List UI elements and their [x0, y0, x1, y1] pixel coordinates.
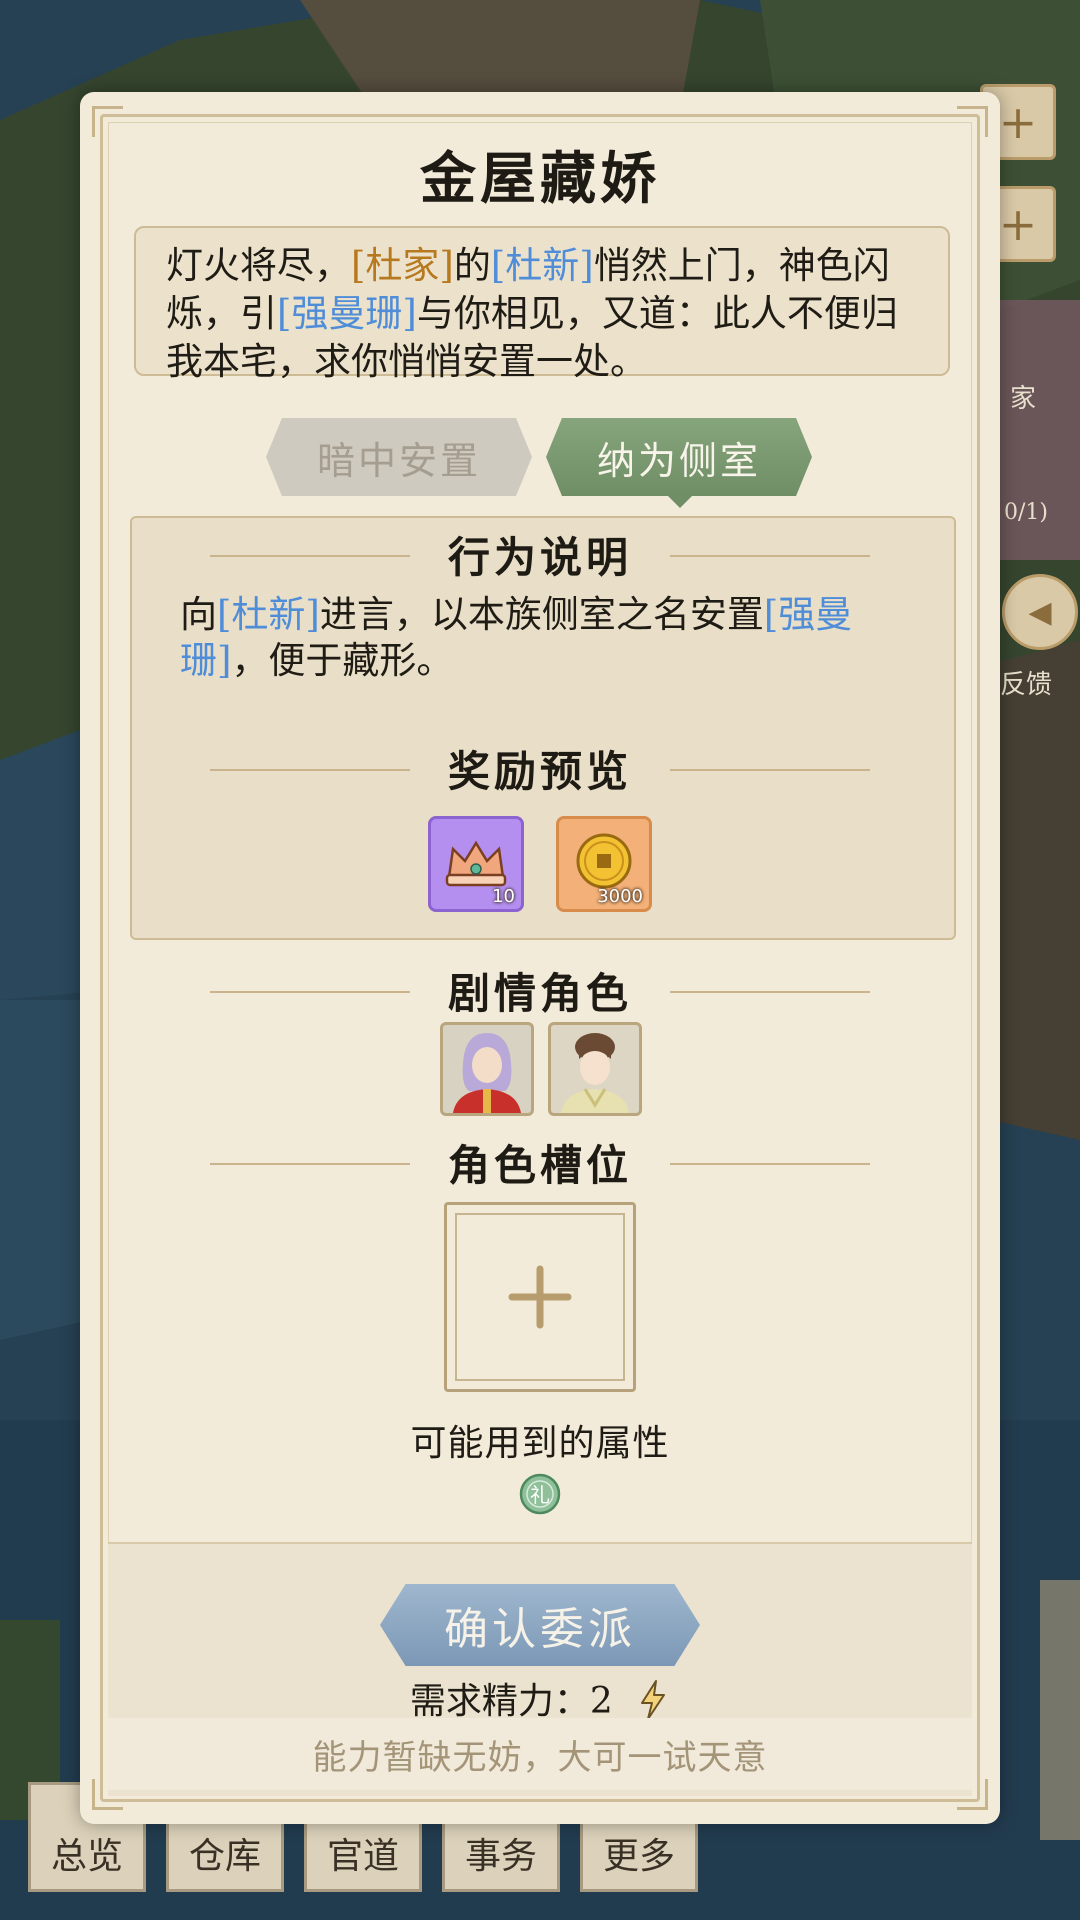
- reward-item-coin[interactable]: 3000: [556, 816, 652, 912]
- hint-text: 能力暂缺无妨，大可一试天意: [108, 1718, 972, 1790]
- behavior-heading: 行为说明: [80, 524, 1000, 585]
- attribute-icon-text: 礼: [530, 1483, 550, 1507]
- plus-icon: +: [998, 197, 1038, 251]
- female-character-portrait[interactable]: [548, 1022, 642, 1116]
- desc-text: 进言，以本族侧室之名安置: [319, 593, 764, 636]
- divider-line: [670, 768, 870, 771]
- bottom-tab-label: 总览: [50, 1836, 123, 1877]
- divider-line: [210, 990, 410, 993]
- divider-line: [670, 990, 870, 993]
- bottom-tab-label: 官道: [326, 1836, 399, 1877]
- character-link[interactable]: [杜新]: [217, 593, 320, 636]
- add-slot-icon: [508, 1265, 572, 1329]
- bottom-tab-label: 仓库: [188, 1836, 261, 1877]
- divider-line: [210, 1162, 410, 1165]
- reward-count: 10: [492, 886, 515, 907]
- divider-line: [670, 1162, 870, 1165]
- active-tab-pointer: [668, 496, 692, 508]
- bottom-tab-label: 更多: [602, 1836, 675, 1877]
- character-avatar: [561, 1033, 629, 1113]
- roles-heading-text: 剧情角色: [447, 969, 632, 1018]
- side-label-home: 家: [1010, 384, 1037, 414]
- feedback-label: 反馈: [1000, 670, 1053, 700]
- behavior-heading-text: 行为说明: [447, 533, 632, 582]
- reward-heading: 奖励预览: [80, 738, 1000, 799]
- character-link[interactable]: [强曼珊]: [277, 292, 417, 335]
- character-link[interactable]: [杜新]: [491, 244, 594, 287]
- bottom-tab-label: 事务: [464, 1836, 537, 1877]
- energy-cost-value: 2: [589, 1681, 613, 1722]
- divider-line: [670, 554, 870, 557]
- plus-icon: +: [998, 95, 1038, 149]
- divider-line: [210, 768, 410, 771]
- side-badge: 0/1): [1004, 500, 1048, 525]
- tab-concubine[interactable]: 纳为侧室: [546, 418, 812, 496]
- attribute-label: 可能用到的属性: [410, 1423, 670, 1464]
- reward-item-crown[interactable]: 10: [428, 816, 524, 912]
- desc-text: 向: [180, 593, 217, 636]
- clan-link[interactable]: [杜家]: [351, 244, 454, 287]
- corner-ornament: [957, 106, 988, 137]
- character-slot[interactable]: [444, 1202, 636, 1392]
- desc-text: ，便于藏形。: [231, 639, 454, 682]
- story-text: 的: [453, 244, 491, 287]
- slots-heading-text: 角色槽位: [447, 1141, 632, 1190]
- reward-heading-text: 奖励预览: [447, 747, 632, 796]
- slots-heading: 角色槽位: [80, 1132, 1000, 1193]
- story-text: 灯火将尽，: [166, 244, 351, 287]
- confirm-assign-button[interactable]: 确认委派: [380, 1584, 700, 1666]
- roles-heading: 剧情角色: [80, 960, 1000, 1021]
- energy-cost-label: 需求精力：: [409, 1681, 590, 1722]
- dialog-title: 金屋藏娇: [420, 146, 660, 212]
- behavior-description: 向[杜新]进言，以本族侧室之名安置[强曼珊]，便于藏形。: [180, 592, 900, 684]
- megaphone-icon: ◀: [1028, 594, 1052, 630]
- male-character-portrait[interactable]: [440, 1022, 534, 1116]
- lightning-icon: [641, 1680, 666, 1720]
- option-tabs: 暗中安置 纳为侧室: [80, 418, 1000, 502]
- etiquette-attribute-icon[interactable]: 礼: [518, 1472, 562, 1516]
- story-text-box: 灯火将尽，[杜家]的[杜新]悄然上门，神色闪烁，引[强曼珊]与你相见，又道：此人…: [134, 226, 950, 383]
- feedback-button[interactable]: ◀: [1002, 574, 1078, 650]
- divider-line: [210, 554, 410, 557]
- event-dialog: 金屋藏娇 灯火将尽，[杜家]的[杜新]悄然上门，神色闪烁，引[强曼珊]与你相见，…: [80, 92, 1000, 1824]
- tab-secret-placement[interactable]: 暗中安置: [266, 418, 532, 496]
- corner-ornament: [92, 106, 123, 137]
- energy-cost: 需求精力：2: [80, 1672, 1000, 1724]
- character-avatar: [453, 1033, 521, 1113]
- reward-count: 3000: [597, 886, 643, 907]
